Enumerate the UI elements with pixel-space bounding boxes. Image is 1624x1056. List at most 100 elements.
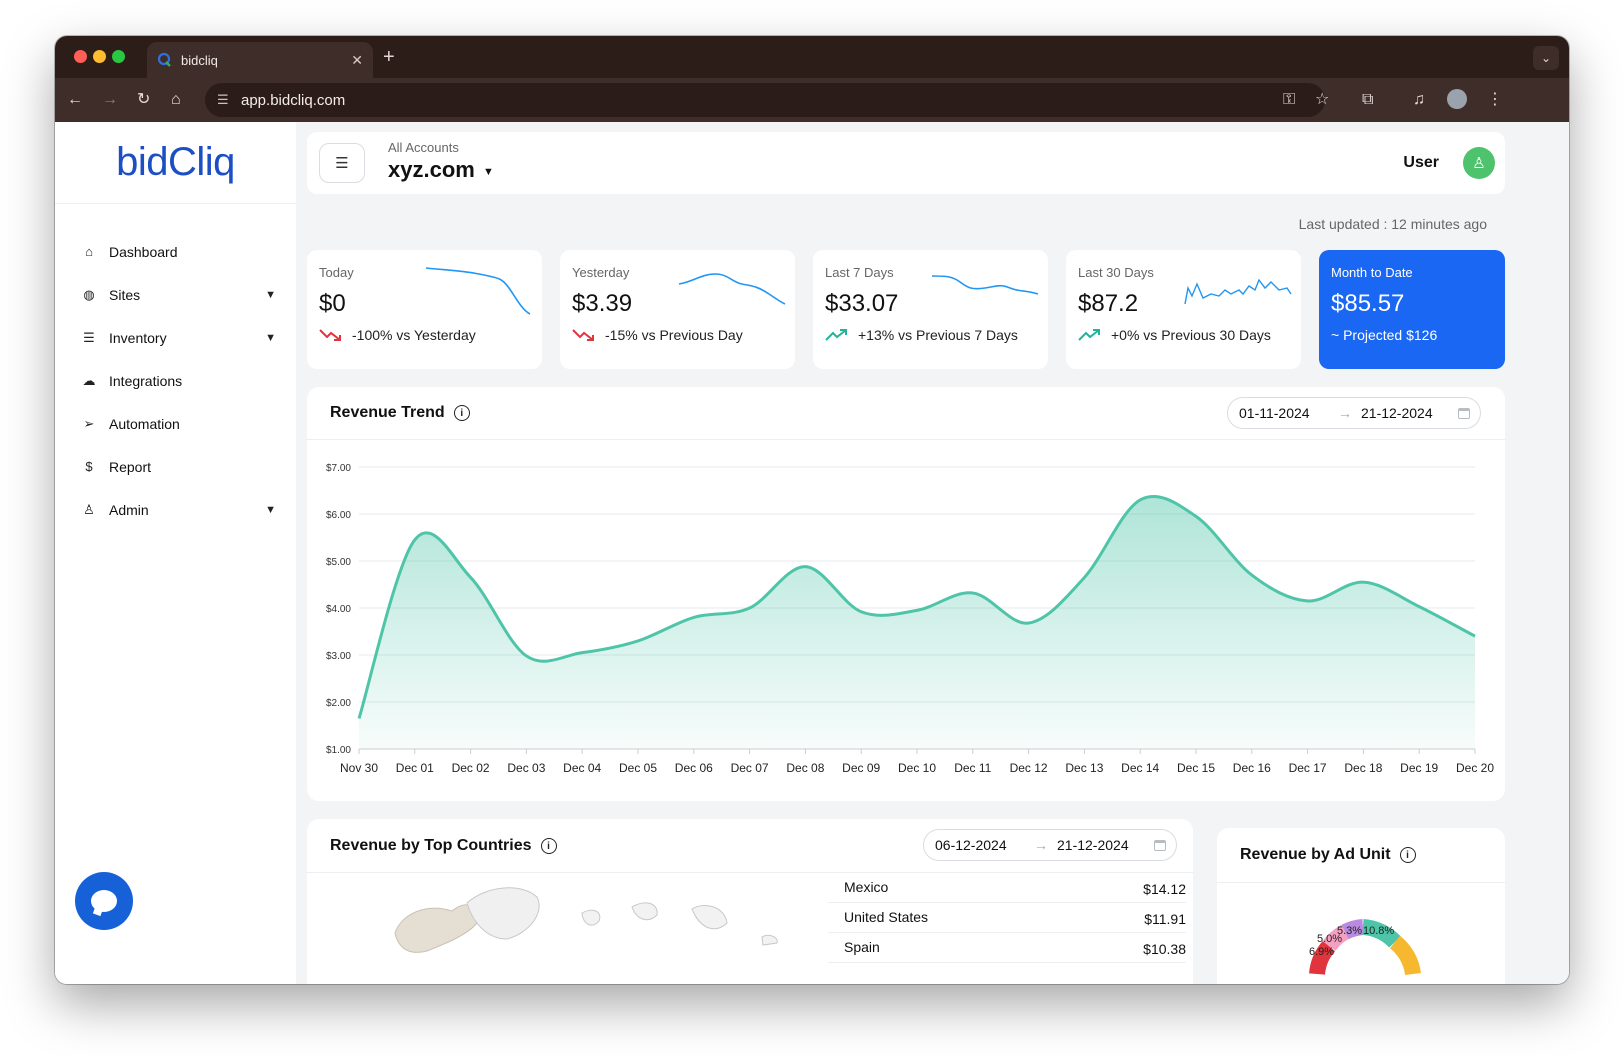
chevron-down-icon[interactable]: ▼ bbox=[265, 504, 276, 516]
info-icon[interactable]: i bbox=[1399, 847, 1416, 863]
calendar-icon[interactable] bbox=[1458, 408, 1470, 419]
data-point[interactable] bbox=[579, 650, 585, 656]
data-point[interactable] bbox=[356, 715, 362, 721]
info-icon[interactable]: i bbox=[540, 838, 557, 854]
stat-change: +0% vs Previous 30 Days bbox=[1111, 327, 1271, 343]
sidebar-item-label: Dashboard bbox=[109, 243, 178, 260]
reload-icon[interactable]: ↻ bbox=[137, 90, 150, 110]
stat-value: $0 bbox=[319, 290, 346, 317]
country-revenue: $11.91 bbox=[1144, 911, 1186, 927]
x-tick-label: Dec 11 bbox=[954, 761, 991, 775]
media-control-icon[interactable]: ♫ bbox=[1413, 90, 1425, 110]
y-tick-label: $7.00 bbox=[326, 463, 351, 474]
country-row[interactable]: Mexico $14.12 bbox=[828, 873, 1186, 903]
forward-icon[interactable]: → bbox=[102, 90, 118, 110]
ad-unit-donut-chart[interactable]: 5.3% 10.8% 5.0% 6.9% bbox=[1217, 884, 1505, 984]
browser-tab[interactable]: bidcliq ✕ bbox=[147, 42, 373, 78]
home-icon[interactable]: ⌂ bbox=[171, 90, 181, 110]
data-point[interactable] bbox=[1305, 598, 1311, 604]
info-icon[interactable]: i bbox=[453, 405, 470, 421]
data-point[interactable] bbox=[1193, 513, 1199, 519]
data-point[interactable] bbox=[1416, 604, 1422, 610]
date-range-picker[interactable]: 01-11-2024 → 21-12-2024 bbox=[1227, 397, 1481, 429]
user-name[interactable]: User bbox=[1403, 154, 1439, 172]
x-tick-label: Dec 04 bbox=[563, 761, 601, 775]
stat-card-yesterday[interactable]: Yesterday $3.39 -15% vs Previous Day bbox=[560, 250, 795, 369]
chevron-down-icon[interactable]: ▼ bbox=[265, 332, 276, 344]
stat-label: Last 7 Days bbox=[825, 265, 894, 280]
sidebar-item-inventory[interactable]: ☰ Inventory ▼ bbox=[55, 316, 296, 359]
site-info-icon[interactable]: ☰ bbox=[217, 92, 229, 108]
sidebar-item-report[interactable]: $ Report bbox=[55, 445, 296, 488]
data-point[interactable] bbox=[1137, 497, 1143, 503]
browser-tab-bar: bidcliq ✕ + ⌄ bbox=[55, 36, 1569, 78]
home-icon: ⌂ bbox=[85, 244, 93, 259]
caret-down-icon[interactable]: ▼ bbox=[483, 166, 494, 178]
cloud-icon: ☁ bbox=[82, 372, 96, 388]
country-row[interactable]: Spain $10.38 bbox=[828, 933, 1186, 963]
calendar-icon[interactable] bbox=[1154, 840, 1166, 851]
world-map[interactable] bbox=[307, 873, 807, 983]
sidebar-item-admin[interactable]: ♙ Admin ▼ bbox=[55, 488, 296, 531]
country-row[interactable]: United States $11.91 bbox=[828, 903, 1186, 933]
send-icon: ➢ bbox=[83, 415, 95, 431]
data-point[interactable] bbox=[468, 574, 474, 580]
data-point[interactable] bbox=[1026, 620, 1032, 626]
chat-support-button[interactable] bbox=[75, 872, 133, 930]
account-selector[interactable]: xyz.com bbox=[388, 157, 475, 183]
maximize-window-button[interactable] bbox=[112, 50, 125, 63]
data-point[interactable] bbox=[802, 564, 808, 570]
browser-menu-icon[interactable]: ⋮ bbox=[1487, 90, 1503, 110]
data-point[interactable] bbox=[1360, 579, 1366, 585]
country-revenue: $10.38 bbox=[1143, 941, 1186, 957]
country-revenue: $14.12 bbox=[1143, 881, 1186, 897]
back-icon[interactable]: ← bbox=[67, 90, 83, 110]
collapse-sidebar-button[interactable]: ☰ bbox=[319, 143, 365, 183]
logo-area[interactable]: bidCliq bbox=[55, 122, 296, 204]
user-avatar-icon[interactable]: ♙ bbox=[1463, 147, 1495, 179]
data-point[interactable] bbox=[914, 607, 920, 613]
sidebar-item-automation[interactable]: ➢ Automation bbox=[55, 402, 296, 445]
chevron-down-icon[interactable]: ▼ bbox=[265, 289, 276, 301]
card-title: Revenue by Top Countries bbox=[330, 837, 532, 854]
date-to[interactable]: 21-12-2024 bbox=[1361, 405, 1433, 421]
x-tick-label: Dec 18 bbox=[1344, 761, 1382, 775]
data-point[interactable] bbox=[1472, 633, 1478, 639]
bookmark-star-icon[interactable]: ☆ bbox=[1315, 90, 1329, 110]
sparkline bbox=[1184, 278, 1292, 305]
revenue-by-countries-card: Revenue by Top Countries i 06-12-2024 → … bbox=[307, 819, 1193, 984]
data-point[interactable] bbox=[1081, 574, 1087, 580]
data-point[interactable] bbox=[747, 605, 753, 611]
sidebar-item-integrations[interactable]: ☁ Integrations bbox=[55, 359, 296, 402]
revenue-trend-chart: $1.00 $2.00 $3.00 $4.00 $5.00 $6.00 $7.00 Nov 3… bbox=[326, 463, 1494, 775]
country-name: Spain bbox=[844, 939, 880, 955]
data-point[interactable] bbox=[970, 590, 976, 596]
sidebar-item-sites[interactable]: ◍ Sites ▼ bbox=[55, 273, 296, 316]
data-point[interactable] bbox=[412, 537, 418, 543]
password-key-icon[interactable]: ⚿ bbox=[1283, 90, 1295, 110]
date-from[interactable]: 01-11-2024 bbox=[1239, 405, 1310, 421]
data-point[interactable] bbox=[691, 614, 697, 620]
extensions-icon[interactable]: ⧉ bbox=[1362, 90, 1373, 110]
tab-search-chevron-icon[interactable]: ⌄ bbox=[1533, 46, 1559, 70]
data-point[interactable] bbox=[858, 609, 864, 615]
profile-avatar-icon[interactable] bbox=[1447, 89, 1467, 109]
minimize-window-button[interactable] bbox=[93, 50, 106, 63]
data-point[interactable] bbox=[523, 653, 529, 659]
stat-card-last-7-days[interactable]: Last 7 Days $33.07 +13% vs Previous 7 Da… bbox=[813, 250, 1048, 369]
data-point[interactable] bbox=[635, 638, 641, 644]
stat-card-last-30-days[interactable]: Last 30 Days $87.2 +0% vs Previous 30 Da… bbox=[1066, 250, 1301, 369]
date-from[interactable]: 06-12-2024 bbox=[935, 837, 1007, 853]
close-window-button[interactable] bbox=[74, 50, 87, 63]
date-range-picker[interactable]: 06-12-2024 → 21-12-2024 bbox=[923, 829, 1177, 861]
stat-card-today[interactable]: Today $0 -100% vs Yesterday bbox=[307, 250, 542, 369]
top-header: ☰ All Accounts xyz.com ▼ User ♙ bbox=[307, 132, 1505, 194]
sidebar-item-dashboard[interactable]: ⌂ Dashboard bbox=[55, 230, 296, 273]
address-bar[interactable]: ☰ app.bidcliq.com bbox=[205, 83, 1325, 117]
data-point[interactable] bbox=[1249, 572, 1255, 578]
sidebar-item-label: Inventory bbox=[109, 329, 167, 346]
tab-close-icon[interactable]: ✕ bbox=[351, 52, 363, 69]
stat-card-month-to-date[interactable]: Month to Date $85.57 ~ Projected $126 bbox=[1319, 250, 1505, 369]
new-tab-button[interactable]: + bbox=[383, 46, 395, 69]
date-to[interactable]: 21-12-2024 bbox=[1057, 837, 1129, 853]
